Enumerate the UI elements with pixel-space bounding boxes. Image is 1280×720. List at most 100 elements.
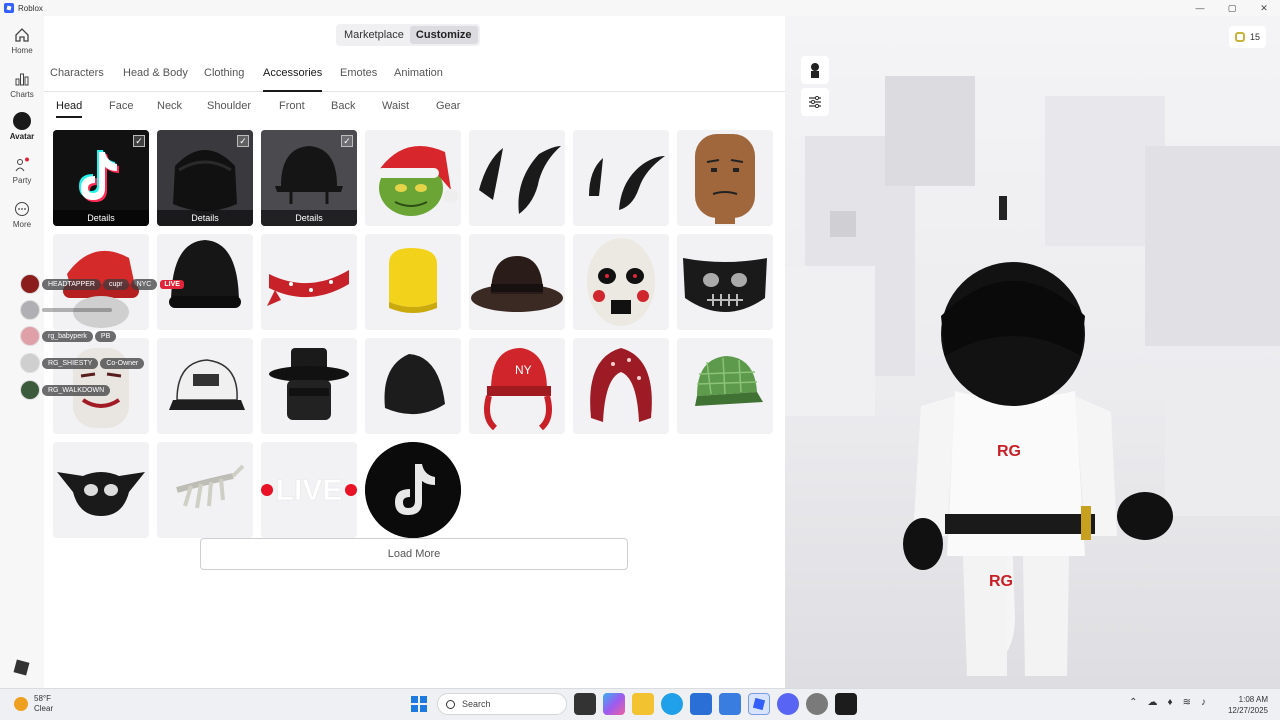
fedora-thumbnail (471, 256, 563, 312)
item-tile[interactable]: NY (469, 338, 565, 434)
avatar-preview: RG RG 15 (785, 16, 1280, 688)
app-extra-icon[interactable] (835, 693, 857, 715)
maximize-button[interactable]: ▢ (1216, 0, 1248, 16)
search-icon (446, 699, 455, 709)
weather-temp: 58°F (34, 694, 51, 703)
nav-more-label: More (12, 220, 32, 229)
edge-browser-icon[interactable] (661, 693, 683, 715)
nav-party[interactable]: Party (0, 156, 44, 185)
item-tile[interactable]: ✓ Details (261, 130, 357, 226)
equipped-checkbox[interactable]: ✓ (237, 135, 249, 147)
live-sign-thumbnail: LIVE (261, 474, 357, 507)
chat-avatar (20, 353, 40, 373)
nav-charts[interactable]: Charts (0, 70, 44, 99)
equipped-checkbox[interactable]: ✓ (341, 135, 353, 147)
close-button[interactable]: ✕ (1248, 0, 1280, 16)
party-icon (13, 156, 31, 174)
subtab-waist[interactable]: Waist (382, 98, 409, 118)
svg-text:RG: RG (989, 573, 1013, 590)
cloud-icon[interactable]: ☁ (1148, 697, 1158, 708)
tab-animation[interactable]: Animation (394, 64, 443, 92)
subtab-gear[interactable]: Gear (436, 98, 460, 118)
item-tile[interactable] (53, 442, 149, 538)
item-tile[interactable] (469, 234, 565, 330)
marketplace-tab[interactable]: Marketplace (338, 26, 410, 44)
grinch-hat-thumbnail (377, 146, 458, 216)
weather-widget[interactable]: 58°F Clear (14, 694, 53, 714)
store-icon[interactable] (690, 693, 712, 715)
tiktok-circle-thumbnail (365, 442, 461, 538)
subcategory-tabs: Head Face Neck Shoulder Front Back Waist… (44, 98, 785, 118)
microphone-icon[interactable]: ♦ (1168, 697, 1173, 708)
item-tile[interactable] (157, 442, 253, 538)
item-tile[interactable] (365, 130, 461, 226)
discord-icon[interactable] (777, 693, 799, 715)
item-tile[interactable] (573, 338, 669, 434)
title-bar: Roblox — ▢ ✕ (0, 0, 1280, 16)
robux-balance[interactable]: 15 (1228, 26, 1266, 48)
nav-avatar[interactable]: Avatar (0, 112, 44, 141)
item-tile[interactable] (573, 234, 669, 330)
tab-emotes[interactable]: Emotes (340, 64, 377, 92)
item-tile[interactable] (573, 130, 669, 226)
copilot-icon[interactable] (603, 693, 625, 715)
sliders-icon (809, 96, 821, 108)
tab-head-body[interactable]: Head & Body (123, 64, 188, 92)
skull-mask-thumbnail (683, 258, 767, 312)
taskbar-clock[interactable]: 1:08 AM 12/27/2025 (1228, 694, 1268, 716)
subtab-neck[interactable]: Neck (157, 98, 182, 118)
task-view-icon[interactable] (574, 693, 596, 715)
item-tile[interactable] (677, 130, 773, 226)
customize-tab[interactable]: Customize (409, 26, 478, 44)
chat-avatar (20, 326, 40, 346)
subtab-back[interactable]: Back (331, 98, 355, 118)
item-tile[interactable]: ✓ Details (53, 130, 149, 226)
settings-gear-icon[interactable] (806, 693, 828, 715)
details-button[interactable]: Details (53, 210, 149, 226)
minimize-button[interactable]: — (1184, 0, 1216, 16)
wifi-icon[interactable]: ≋ (1183, 697, 1191, 708)
tab-characters[interactable]: Characters (50, 64, 104, 92)
item-tile[interactable] (365, 234, 461, 330)
item-tile[interactable] (469, 130, 565, 226)
subtab-front[interactable]: Front (279, 98, 305, 118)
item-tile[interactable]: ✓ Details (157, 130, 253, 226)
avatar-view-button[interactable] (801, 56, 829, 84)
roblox-tilt-logo-icon[interactable] (13, 659, 30, 676)
file-explorer-icon[interactable] (632, 693, 654, 715)
windows-start-icon[interactable] (408, 693, 430, 715)
taskbar-search[interactable]: Search (437, 693, 567, 715)
roblox-app-icon[interactable] (748, 693, 770, 715)
subtab-face[interactable]: Face (109, 98, 133, 118)
subtab-head[interactable]: Head (56, 98, 83, 118)
search-label: Search (462, 699, 491, 709)
tab-accessories[interactable]: Accessories (263, 64, 323, 92)
nav-more[interactable]: More (0, 200, 44, 229)
chevron-up-icon[interactable]: ⌃ (1129, 697, 1137, 708)
outlook-icon[interactable] (719, 693, 741, 715)
item-tile[interactable] (157, 338, 253, 434)
subtab-shoulder[interactable]: Shoulder (207, 98, 251, 118)
item-tile[interactable] (365, 338, 461, 434)
item-tile[interactable]: LIVE (261, 442, 357, 538)
settings-button[interactable] (801, 88, 829, 116)
nav-home[interactable]: Home (0, 26, 44, 55)
item-tile[interactable] (261, 338, 357, 434)
ny-cap-thumbnail: NY (484, 348, 552, 431)
chat-row: rg_babyperk PB (20, 326, 117, 346)
equipped-checkbox[interactable]: ✓ (133, 135, 145, 147)
avatar-icon (13, 112, 31, 130)
robux-icon (1234, 32, 1245, 42)
robux-amount: 15 (1249, 32, 1260, 42)
item-tile[interactable] (677, 234, 773, 330)
item-tile[interactable] (677, 338, 773, 434)
item-tile[interactable] (365, 442, 461, 538)
item-tile[interactable] (261, 234, 357, 330)
taskbar-apps: Search (408, 693, 864, 715)
tab-clothing[interactable]: Clothing (204, 64, 244, 92)
load-more-button[interactable]: Load More (200, 538, 628, 570)
details-button[interactable]: Details (157, 210, 253, 226)
home-icon (13, 26, 31, 44)
details-button[interactable]: Details (261, 210, 357, 226)
volume-icon[interactable]: ♪ (1201, 697, 1206, 708)
